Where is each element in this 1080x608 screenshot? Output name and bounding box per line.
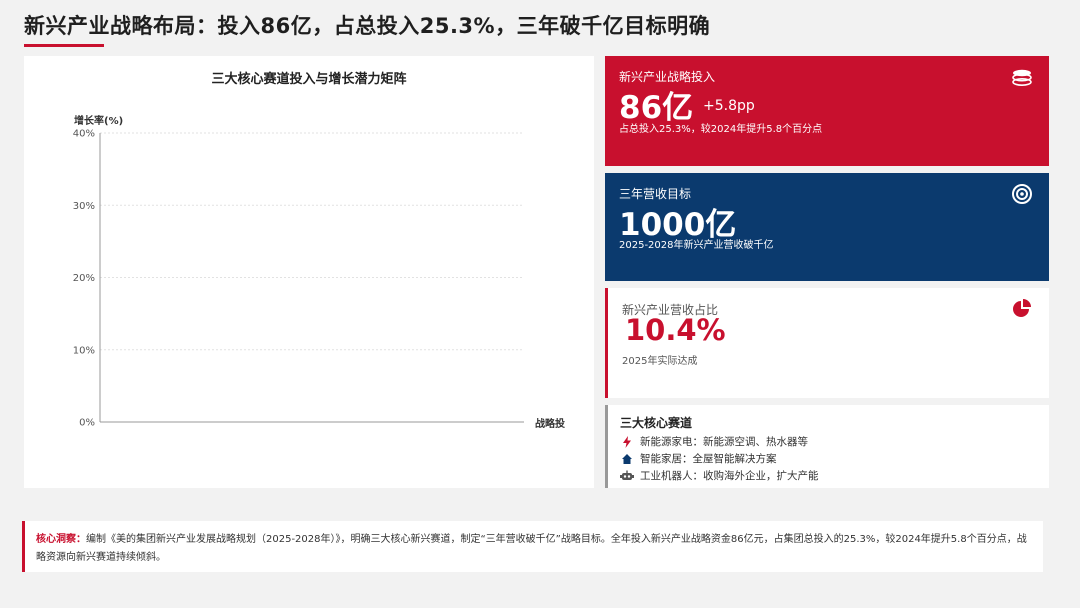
- tracks-title: 三大核心赛道: [620, 416, 693, 430]
- target-sub: 2025-2028年新兴产业营收破千亿: [619, 240, 774, 251]
- track-desc: 新能源空调、热水器等: [703, 436, 808, 448]
- share-card: 新兴产业营收占比 10.4% 2025年实际达成: [605, 288, 1049, 398]
- list-item: 智能家居： 全屋智能解决方案: [620, 451, 777, 466]
- robot-icon: [620, 469, 634, 483]
- y-tick-label: 40%: [73, 129, 95, 140]
- page-title: 新兴产业战略布局：投入86亿，占总投入25.3%，三年破千亿目标明确: [24, 14, 711, 38]
- y-tick-label: 10%: [73, 345, 95, 356]
- track-desc: 收购海外企业，扩大产能: [703, 470, 819, 482]
- target-icon: [1012, 184, 1032, 204]
- chart-plot: 0% 10% 20% 30% 40%: [73, 129, 524, 429]
- track-desc: 全屋智能解决方案: [692, 453, 777, 465]
- investment-card: 新兴产业战略投入 86亿 +5.8pp 占总投入25.3%，较2024年提升5.…: [605, 56, 1049, 166]
- insight-label: 核心洞察：: [36, 534, 86, 545]
- title-underline: [24, 44, 104, 47]
- investment-sub: 占总投入25.3%，较2024年提升5.8个百分点: [619, 124, 823, 135]
- share-value: 10.4%: [625, 313, 726, 347]
- tracks-card: 三大核心赛道 新能源家电： 新能源空调、热水器等 智能家居： 全屋智能解决方案 …: [605, 405, 1049, 488]
- track-name: 智能家居：: [640, 453, 693, 465]
- target-card: 三年营收目标 1000亿 2025-2028年新兴产业营收破千亿: [605, 173, 1049, 281]
- bolt-icon: [620, 435, 634, 449]
- x-axis-label: 战略投: [535, 419, 565, 430]
- y-tick-label: 20%: [73, 273, 95, 284]
- home-icon: [620, 452, 634, 466]
- list-item: 新能源家电： 新能源空调、热水器等: [620, 434, 808, 449]
- coins-icon: [1012, 69, 1032, 87]
- insight-box: 核心洞察：编制《美的集团新兴产业发展战略规划（2025-2028年）》，明确三大…: [22, 521, 1043, 572]
- y-tick-label: 0%: [79, 418, 95, 429]
- track-name: 工业机器人：: [640, 470, 703, 482]
- pie-chart-icon: [1013, 299, 1031, 317]
- chart-panel: 三大核心赛道投入与增长潜力矩阵 增长率(%) 0% 10% 20% 30% 40% 战略…: [24, 56, 594, 488]
- list-item: 工业机器人： 收购海外企业，扩大产能: [620, 468, 819, 483]
- insight-text: 编制《美的集团新兴产业发展战略规划（2025-2028年）》，明确三大核心新兴赛…: [36, 534, 1027, 563]
- share-sub: 2025年实际达成: [622, 356, 698, 367]
- investment-delta: +5.8pp: [703, 98, 755, 114]
- y-tick-label: 30%: [73, 201, 95, 212]
- track-name: 新能源家电：: [640, 436, 703, 448]
